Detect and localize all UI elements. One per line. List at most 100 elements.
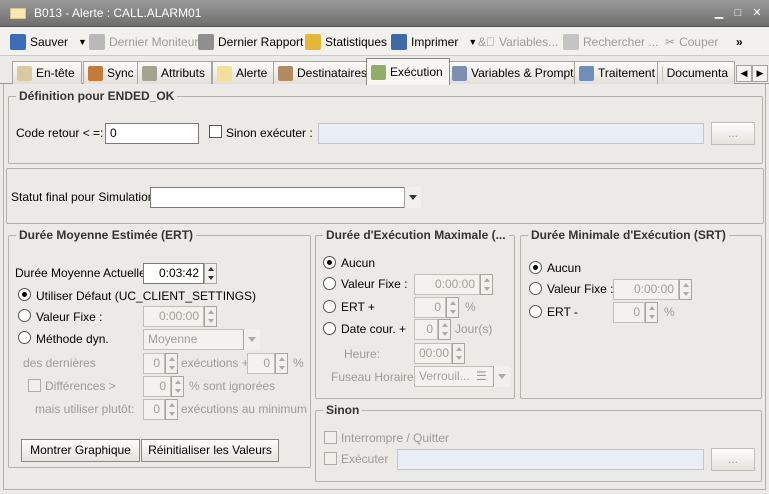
- mrt-date-plus-spinner[interactable]: [438, 319, 451, 340]
- tab-documentation[interactable]: Documenta: [657, 61, 735, 84]
- current-duration-spinner[interactable]: [204, 263, 217, 284]
- fixed-value-input[interactable]: 0:00:00: [143, 306, 204, 327]
- differences-checkbox[interactable]: [28, 379, 41, 392]
- tab-sync[interactable]: Sync: [83, 61, 141, 84]
- group-title: Durée Moyenne Estimée (ERT): [16, 228, 197, 242]
- tab-recipients[interactable]: Destinataires: [273, 61, 375, 84]
- return-code-input[interactable]: 0: [105, 123, 199, 144]
- percent-spinner[interactable]: [275, 353, 288, 374]
- srt-fixed-input[interactable]: 0:00:00: [613, 279, 679, 300]
- tab-attributes[interactable]: Attributs: [137, 61, 213, 84]
- differences-spinner[interactable]: [171, 376, 184, 397]
- minimize-icon[interactable]: ▁: [712, 6, 726, 20]
- tab-execution[interactable]: Exécution: [366, 58, 450, 85]
- chevron-down-icon[interactable]: [493, 366, 510, 387]
- tab-scroll-right-icon[interactable]: ▶: [752, 65, 768, 82]
- chevron-down-icon[interactable]: [243, 329, 260, 350]
- close-icon[interactable]: ✕: [750, 6, 764, 20]
- floppy-icon: [10, 34, 26, 50]
- simulation-select[interactable]: [150, 187, 421, 208]
- mrt-ert-plus-spinner[interactable]: [446, 297, 459, 318]
- fixed-value-radio[interactable]: [18, 309, 31, 322]
- mrt-percent-label: %: [465, 300, 476, 314]
- use-default-radio[interactable]: [18, 288, 31, 301]
- runs-plus-label: exécutions +: [181, 356, 249, 370]
- tab-processing[interactable]: Traitement: [574, 61, 662, 84]
- else-group: Sinon: [315, 403, 762, 482]
- dynamic-method-label: Méthode dyn.: [36, 332, 109, 346]
- last-monitor-button[interactable]: Dernier Moniteur: [89, 32, 198, 52]
- toolbar-overflow-button[interactable]: »: [736, 32, 743, 52]
- last-runs-label: des dernières: [23, 356, 96, 370]
- minimum-runs-spinner[interactable]: [165, 399, 178, 420]
- srt-fixed-label: Valeur Fixe :: [547, 282, 614, 296]
- mrt-hour-spinner[interactable]: [452, 343, 465, 364]
- mrt-none-radio[interactable]: [323, 256, 336, 269]
- abort-checkbox[interactable]: [324, 431, 337, 444]
- mrt-ert-plus-input[interactable]: 0: [414, 297, 446, 318]
- variables-button[interactable]: &⃝ Variables...: [478, 32, 558, 52]
- last-runs-spinner[interactable]: [165, 353, 178, 374]
- tab-variables-prompts[interactable]: Variables & Prompts: [447, 61, 587, 84]
- mrt-fixed-input[interactable]: 0:00:00: [414, 274, 480, 295]
- save-button[interactable]: Sauver ▼: [10, 32, 87, 52]
- execute-checkbox[interactable]: [324, 452, 337, 465]
- mrt-hour-input[interactable]: 00:00: [414, 343, 452, 364]
- srt-ert-minus-spinner[interactable]: [645, 302, 658, 323]
- reset-values-button[interactable]: Réinitialiser les Valeurs: [141, 439, 279, 462]
- printer-icon: [391, 34, 407, 50]
- tab-scroll-left-icon[interactable]: ◀: [736, 65, 752, 82]
- srt-fixed-radio[interactable]: [529, 282, 542, 295]
- tab-bar: En-tête Sync Attributs Alerte Destinatai…: [0, 57, 769, 85]
- percent-input[interactable]: 0: [247, 353, 275, 374]
- last-report-button[interactable]: Dernier Rapport: [198, 32, 303, 52]
- mrt-ert-plus-label: ERT +: [341, 300, 375, 314]
- fixed-value-spinner[interactable]: [204, 306, 217, 327]
- last-runs-input[interactable]: 0: [143, 353, 165, 374]
- current-duration-input[interactable]: 0:03:42: [143, 263, 204, 284]
- tab-alert[interactable]: Alerte: [212, 61, 275, 84]
- dynamic-method-radio[interactable]: [18, 331, 31, 344]
- mrt-date-plus-input[interactable]: 0: [414, 319, 438, 340]
- group-title: Définition pour ENDED_OK: [16, 89, 178, 103]
- chevron-down-icon[interactable]: ▼: [78, 37, 87, 47]
- mrt-fixed-radio[interactable]: [323, 277, 336, 290]
- title-bar: B013 - Alerte : CALL.ALARM01 ▁ □ ✕: [0, 0, 769, 27]
- variables-icon: [452, 65, 467, 81]
- mrt-date-plus-radio[interactable]: [323, 322, 336, 335]
- return-code-label: Code retour < =:: [16, 126, 104, 140]
- statistics-button[interactable]: Statistiques: [305, 32, 387, 52]
- search-button[interactable]: Rechercher ...: [563, 32, 658, 52]
- list-icon: ☰: [476, 369, 487, 383]
- mrt-ert-plus-radio[interactable]: [323, 300, 336, 313]
- else-execute-checkbox[interactable]: [209, 125, 222, 138]
- scissors-icon: ✂: [665, 35, 676, 49]
- srt-ert-minus-radio[interactable]: [529, 305, 542, 318]
- maximize-icon[interactable]: □: [731, 6, 745, 20]
- mrt-fixed-label: Valeur Fixe :: [341, 277, 408, 291]
- mail-icon: [217, 65, 232, 81]
- show-graph-button[interactable]: Montrer Graphique: [21, 439, 140, 462]
- use-instead-label: mais utiliser plutôt:: [35, 402, 135, 416]
- abort-label: Interrompre / Quitter: [341, 431, 450, 445]
- document-icon: [662, 65, 663, 81]
- srt-fixed-spinner[interactable]: [679, 279, 692, 300]
- srt-ert-minus-input[interactable]: 0: [613, 302, 645, 323]
- mrt-none-label: Aucun: [341, 256, 376, 270]
- sync-icon: [88, 65, 103, 81]
- mail-icon: [10, 7, 26, 19]
- chevron-down-icon[interactable]: ▼: [468, 37, 477, 47]
- differences-input[interactable]: 0: [143, 376, 171, 397]
- browse-button[interactable]: ...: [711, 122, 755, 145]
- chevron-down-icon[interactable]: [404, 187, 421, 208]
- mrt-fixed-spinner[interactable]: [480, 274, 493, 295]
- monitor-icon: [89, 34, 105, 50]
- print-button[interactable]: Imprimer ▼: [391, 32, 477, 52]
- else-browse-button[interactable]: ...: [711, 448, 755, 471]
- group-title: Durée Minimale d'Exécution (SRT): [528, 228, 729, 242]
- tab-header[interactable]: En-tête: [12, 61, 82, 84]
- cut-button[interactable]: ✂ Couper: [665, 32, 718, 52]
- srt-none-radio[interactable]: [529, 261, 542, 274]
- minimum-runs-input[interactable]: 0: [143, 399, 165, 420]
- users-icon: [278, 65, 293, 81]
